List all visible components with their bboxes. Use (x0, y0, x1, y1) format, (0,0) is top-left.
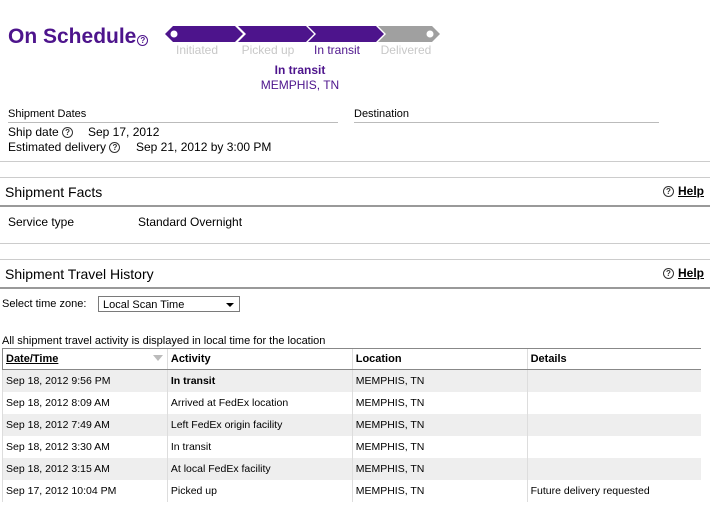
progress-segment-picked-up (238, 26, 314, 42)
estimated-delivery-help-icon[interactable]: ? (109, 142, 121, 154)
timezone-label: Select time zone: (2, 298, 87, 310)
destination-header: Destination (354, 108, 410, 120)
table-row: Sep 18, 2012 9:56 PM In transit MEMPHIS,… (2, 369, 701, 392)
ship-date-label: Ship date (8, 125, 59, 139)
cell-details (526, 392, 701, 414)
cell-activity: In transit (166, 369, 353, 392)
cell-location: MEMPHIS, TN (351, 436, 528, 458)
cell-activity: In transit (166, 436, 353, 458)
cell-location: MEMPHIS, TN (351, 480, 528, 502)
status-help-icon[interactable]: ? (137, 35, 149, 46)
current-status: In transit (274, 63, 326, 77)
cell-details (526, 436, 701, 458)
stage-label-picked-up: Picked up (241, 43, 295, 57)
help-label: Help (677, 184, 704, 198)
cell-location: MEMPHIS, TN (351, 369, 528, 392)
status-title-text: On Schedule (8, 25, 137, 48)
sort-arrow-icon (152, 355, 163, 361)
cell-location: MEMPHIS, TN (351, 414, 528, 436)
table-row: Sep 18, 2012 3:30 AM In transit MEMPHIS,… (2, 436, 701, 458)
divider (0, 161, 710, 162)
divider (0, 259, 710, 260)
cell-activity: Picked up (166, 480, 353, 502)
ship-date-row: Ship date ? (8, 125, 74, 139)
cell-activity: At local FedEx facility (166, 458, 353, 480)
ship-date-value: Sep 17, 2012 (88, 125, 160, 139)
table-row: Sep 18, 2012 8:09 AM Arrived at FedEx lo… (2, 392, 701, 414)
cell-details (526, 369, 701, 392)
table-row: Sep 18, 2012 7:49 AM Left FedEx origin f… (2, 414, 701, 436)
column-header-label: Date/Time (6, 353, 59, 365)
timezone-note: All shipment travel activity is displaye… (2, 335, 326, 347)
stage-label-delivered: Delivered (380, 43, 432, 57)
divider (0, 205, 710, 207)
cell-datetime: Sep 18, 2012 3:15 AM (2, 458, 168, 480)
stage-label-initiated: Initiated (175, 43, 219, 57)
current-location: MEMPHIS, TN (260, 78, 340, 92)
column-header-details: Details (526, 348, 701, 370)
progress-segment-delivered (378, 26, 440, 42)
cell-datetime: Sep 18, 2012 7:49 AM (2, 414, 168, 436)
status-title: On Schedule? (8, 25, 149, 49)
cell-details (526, 458, 701, 480)
cell-details: Future delivery requested (526, 480, 701, 502)
divider (0, 287, 710, 289)
table-row: Sep 18, 2012 3:15 AM At local FedEx faci… (2, 458, 701, 480)
cell-activity: Left FedEx origin facility (166, 414, 353, 436)
help-label: Help (677, 266, 704, 280)
estimated-delivery-row: Estimated delivery ? (8, 140, 121, 154)
shipment-facts-help-link[interactable]: ? Help (662, 184, 704, 198)
divider (0, 177, 710, 178)
cell-location: MEMPHIS, TN (351, 458, 528, 480)
travel-history-table: Date/Time Activity Location Details Sep … (2, 348, 701, 502)
estimated-delivery-label: Estimated delivery (8, 140, 107, 154)
timezone-select[interactable]: Local Scan Time (98, 296, 240, 312)
ship-date-help-icon[interactable]: ? (62, 127, 74, 139)
service-type-value: Standard Overnight (138, 215, 243, 229)
cell-datetime: Sep 18, 2012 8:09 AM (2, 392, 168, 414)
shipment-facts-title: Shipment Facts (5, 184, 103, 200)
cell-activity: Arrived at FedEx location (166, 392, 353, 414)
table-header-row: Date/Time Activity Location Details (2, 348, 701, 370)
dates-divider (8, 122, 338, 123)
shipment-dates-header: Shipment Dates (8, 108, 87, 120)
column-header-datetime[interactable]: Date/Time (2, 348, 168, 370)
progress-segment-initiated (165, 26, 243, 42)
cell-location: MEMPHIS, TN (351, 392, 528, 414)
chevron-down-icon (226, 303, 234, 307)
progress-segment-in-transit (308, 26, 384, 42)
column-header-activity: Activity (166, 348, 353, 370)
travel-history-title: Shipment Travel History (5, 266, 154, 282)
cell-datetime: Sep 18, 2012 3:30 AM (2, 436, 168, 458)
stage-label-in-transit: In transit (313, 43, 361, 57)
cell-details (526, 414, 701, 436)
cell-datetime: Sep 18, 2012 9:56 PM (2, 369, 168, 392)
destination-divider (354, 122, 659, 123)
estimated-delivery-value: Sep 21, 2012 by 3:00 PM (136, 140, 272, 154)
help-icon: ? (662, 186, 674, 198)
timezone-selected-value: Local Scan Time (103, 299, 185, 311)
travel-history-help-link[interactable]: ? Help (662, 266, 704, 280)
cell-datetime: Sep 17, 2012 10:04 PM (2, 480, 168, 502)
divider (0, 243, 710, 244)
help-icon: ? (662, 268, 674, 280)
table-row: Sep 17, 2012 10:04 PM Picked up MEMPHIS,… (2, 480, 701, 502)
column-header-location: Location (351, 348, 528, 370)
service-type-label: Service type (8, 215, 75, 229)
